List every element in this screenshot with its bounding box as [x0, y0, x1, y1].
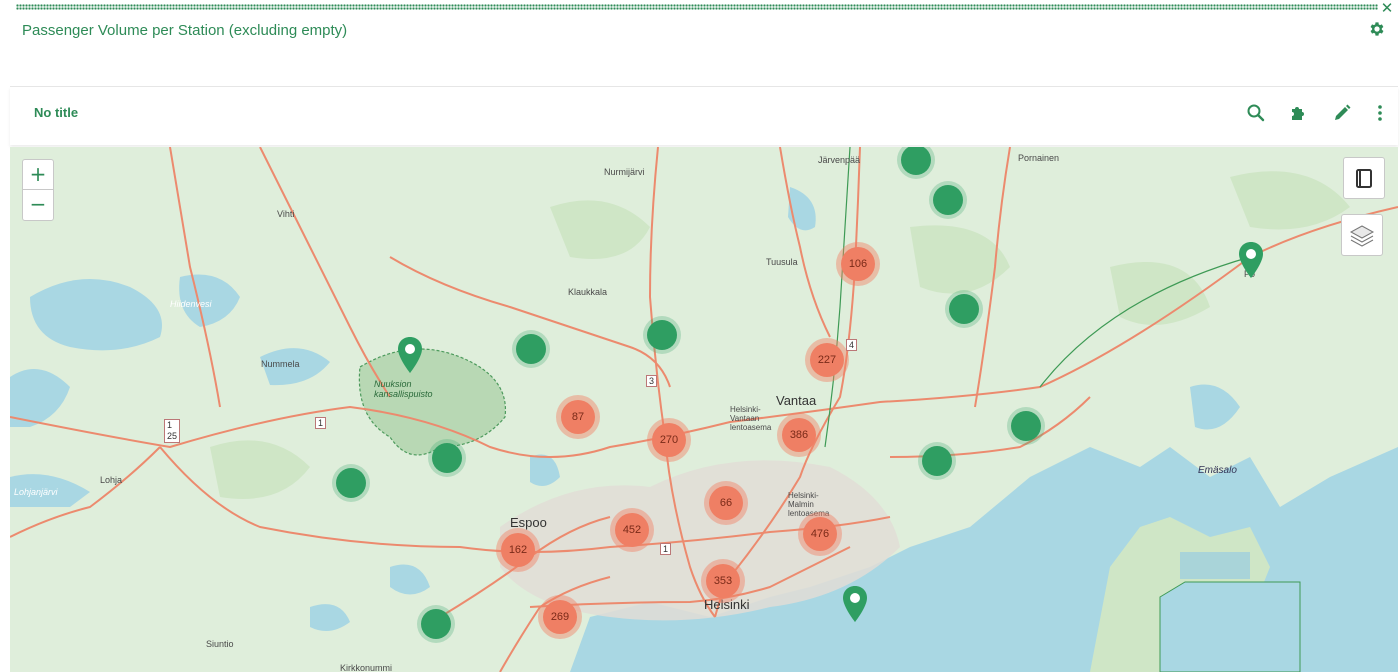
road-shield: 4 [846, 339, 858, 351]
location-pin-icon[interactable] [396, 336, 424, 374]
station-marker-dot [336, 468, 366, 498]
gear-icon[interactable] [1368, 20, 1386, 38]
location-pin-icon[interactable] [1237, 241, 1265, 279]
place-label: Vihti [277, 209, 295, 219]
park-label-line: kansallispuisto [374, 389, 433, 399]
place-label: Nummela [261, 359, 300, 369]
road-shield: 1 [315, 417, 327, 429]
road-shield-line: 25 [167, 431, 178, 441]
cluster-count: 476 [803, 517, 837, 551]
place-label: Järvenpää [818, 155, 861, 165]
airport-label-line: Helsinki- [788, 491, 819, 500]
cluster-count: 162 [501, 533, 535, 567]
road-shield: 1 [660, 543, 672, 555]
zoom-control: + − [22, 159, 54, 221]
pencil-icon[interactable] [1332, 103, 1352, 123]
park-label: Nuuksion kansallispuisto [374, 379, 433, 399]
cluster-count: 353 [706, 564, 740, 598]
airport-label-line: lentoasema [730, 423, 772, 432]
station-marker[interactable] [512, 330, 550, 368]
station-marker-dot [647, 320, 677, 350]
road-shield-line: 1 [167, 420, 173, 430]
zoom-in-button[interactable]: + [23, 160, 53, 189]
station-marker[interactable] [643, 316, 681, 354]
cluster-marker[interactable]: 270 [647, 418, 691, 462]
widget-toolbar: No title [10, 87, 1398, 145]
cluster-count: 452 [615, 513, 649, 547]
cluster-count: 386 [782, 418, 816, 452]
place-label: Emäsalo [1198, 465, 1237, 476]
lake-label: Hiidenvesi [170, 299, 212, 309]
cluster-marker[interactable]: 162 [496, 528, 540, 572]
station-marker-dot [949, 294, 979, 324]
airport-label-line: Helsinki- [730, 405, 761, 414]
cluster-marker[interactable]: 269 [538, 595, 582, 639]
station-marker[interactable] [918, 442, 956, 480]
station-marker[interactable] [945, 290, 983, 328]
station-marker-dot [516, 334, 546, 364]
cluster-marker[interactable]: 227 [805, 338, 849, 382]
station-marker-dot [901, 147, 931, 175]
airport-label-line: Vantaan [730, 414, 760, 423]
cluster-marker[interactable]: 106 [836, 242, 880, 286]
road-shield: 3 [646, 375, 658, 387]
legend-button[interactable] [1343, 157, 1385, 199]
lake-label: Lohjanjärvi [14, 487, 58, 497]
more-vertical-icon[interactable] [1370, 103, 1390, 123]
map-canvas[interactable]: Järvenpää Pornainen Nurmijärvi Vihti Tuu… [10, 147, 1398, 672]
station-marker[interactable] [929, 181, 967, 219]
panel-description-area [10, 46, 1398, 87]
puzzle-icon[interactable] [1288, 103, 1308, 123]
place-label: Kirkkonummi [340, 663, 393, 672]
park-label-line: Nuuksion [374, 379, 412, 389]
zoom-out-button[interactable]: − [23, 189, 53, 219]
cluster-count: 227 [810, 343, 844, 377]
cluster-marker[interactable]: 87 [556, 395, 600, 439]
station-marker-dot [922, 446, 952, 476]
station-marker-dot [933, 185, 963, 215]
cluster-count: 87 [561, 400, 595, 434]
cluster-count: 106 [841, 247, 875, 281]
station-marker[interactable] [332, 464, 370, 502]
legend-book-icon [1356, 169, 1372, 188]
panel-drag-handle[interactable] [16, 4, 1378, 10]
station-marker[interactable] [428, 439, 466, 477]
place-label: Klaukkala [568, 287, 608, 297]
cluster-marker[interactable]: 353 [701, 559, 745, 603]
station-marker[interactable] [417, 605, 455, 643]
place-label: Nurmijärvi [604, 167, 645, 177]
cluster-marker[interactable]: 476 [798, 512, 842, 556]
widget-title: No title [34, 105, 79, 120]
cluster-count: 270 [652, 423, 686, 457]
cluster-count: 269 [543, 600, 577, 634]
location-pin-icon[interactable] [841, 585, 869, 623]
layers-icon [1349, 225, 1375, 247]
place-label: Pornainen [1018, 153, 1060, 163]
station-marker-dot [421, 609, 451, 639]
airport-label-line: Malmin [788, 500, 814, 509]
station-marker-dot [1011, 411, 1041, 441]
airport-label: Helsinki- Vantaan lentoasema [730, 405, 771, 432]
cluster-marker[interactable]: 452 [610, 508, 654, 552]
panel-header: Passenger Volume per Station (excluding … [10, 14, 1398, 47]
place-label: Tuusula [766, 257, 798, 267]
place-label: Lohja [100, 475, 123, 485]
search-icon[interactable] [1246, 103, 1266, 123]
road-shield: 1 25 [164, 419, 181, 443]
place-label: Vantaa [776, 393, 817, 408]
station-marker-dot [432, 443, 462, 473]
cluster-marker[interactable]: 386 [777, 413, 821, 457]
place-label: Siuntio [206, 639, 234, 649]
layers-button[interactable] [1341, 214, 1383, 256]
station-marker[interactable] [1007, 407, 1045, 445]
panel-title: Passenger Volume per Station (excluding … [22, 22, 348, 39]
cluster-marker[interactable]: 66 [704, 481, 748, 525]
cluster-count: 66 [709, 486, 743, 520]
